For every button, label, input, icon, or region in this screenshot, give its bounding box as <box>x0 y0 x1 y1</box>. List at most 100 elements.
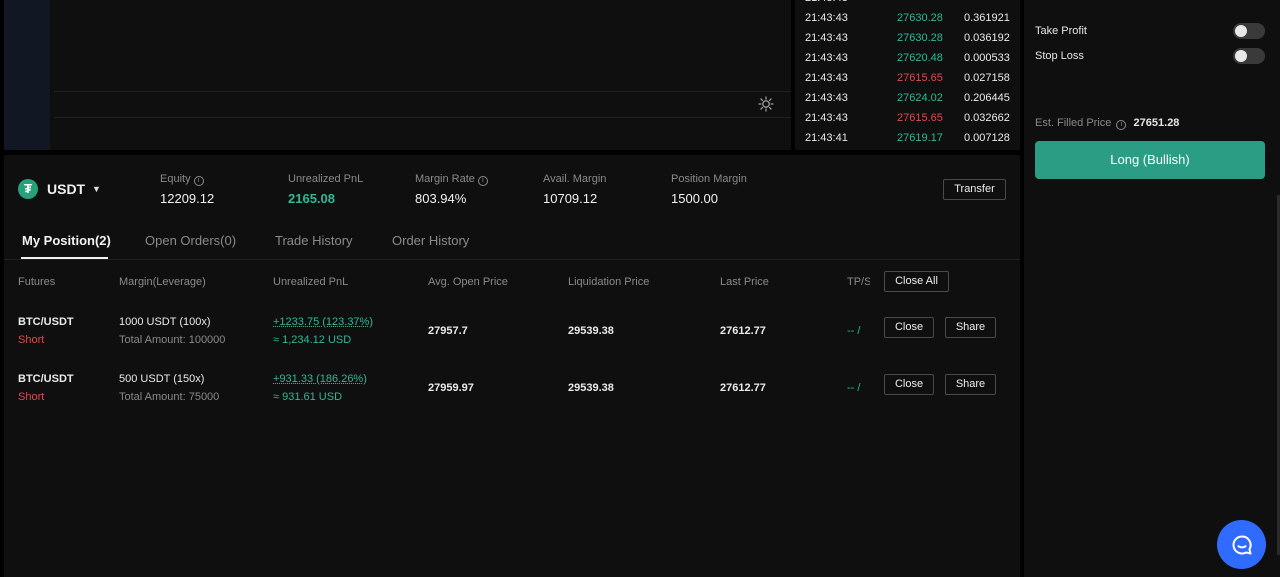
position-margin-value: 1500.00 <box>671 191 718 206</box>
position-avg-open: 27959.97 <box>428 382 474 394</box>
trade-row: 21:43:43 27630.28 0.036192 <box>795 28 1020 48</box>
position-total-amount: Total Amount: 100000 <box>119 334 226 346</box>
trade-time: 21:43:43 <box>805 12 848 24</box>
equity-label: Equity <box>160 173 191 185</box>
price-chart[interactable] <box>4 0 791 150</box>
trade-time: 21:43:43 <box>805 72 848 84</box>
trade-amount: 0.027158 <box>964 72 1010 84</box>
trade-price: 27624.02 <box>897 92 943 104</box>
equity-value: 12209.12 <box>160 191 215 206</box>
col-avg-open-price: Avg. Open Price <box>428 276 508 288</box>
est-filled-price: Est. Filled Price i 27651.28 <box>1035 116 1179 130</box>
share-button[interactable]: Share <box>945 374 996 395</box>
position-total-amount: Total Amount: 75000 <box>119 391 220 403</box>
trade-row-partial: 21:43:43 <box>795 0 1020 8</box>
position-pnl-usd: ≈ 1,234.12 USD <box>273 334 352 346</box>
position-tabs: My Position(2) Open Orders(0) Trade Hist… <box>4 227 1020 260</box>
table-row: BTC/USDT Short 1000 USDT (100x) Total Am… <box>4 307 1020 357</box>
trade-price: 27615.65 <box>897 72 943 84</box>
position-pnl[interactable]: +1233.75 (123.37%) <box>273 315 373 329</box>
info-icon[interactable]: i <box>1116 120 1127 130</box>
position-tpsl[interactable]: -- / <box>847 381 860 395</box>
trade-price: 27615.65 <box>897 112 943 124</box>
trade-time: 21:43:43 <box>805 52 848 64</box>
take-profit-row: Take Profit <box>1035 23 1267 39</box>
close-position-button[interactable]: Close <box>884 374 934 395</box>
position-last-price: 27612.77 <box>720 382 766 394</box>
trade-price: 27619.17 <box>897 132 943 144</box>
take-profit-toggle[interactable] <box>1233 23 1265 39</box>
caret-down-icon[interactable]: ▼ <box>92 181 101 197</box>
positions-panel: ₮ USDT ▼ Equity i 12209.12 Unrealized PnL… <box>4 155 1020 577</box>
share-button[interactable]: Share <box>945 317 996 338</box>
position-symbol[interactable]: BTC/USDT <box>18 315 74 329</box>
chart-left-axis <box>4 0 50 150</box>
long-button[interactable]: Long (Bullish) <box>1035 141 1265 179</box>
trading-screen: 21:43:43 21:43:4327630.280.36192121:43:4… <box>0 0 1280 577</box>
trade-row: 21:43:41 27619.17 0.007128 <box>795 128 1020 148</box>
col-margin: Margin(Leverage) <box>119 276 206 288</box>
chart-gridline <box>54 117 791 118</box>
col-futures: Futures <box>18 276 56 288</box>
unrealized-pnl-stat: Unrealized PnL 2165.08 <box>288 172 363 208</box>
tab-trade-history[interactable]: Trade History <box>275 233 353 249</box>
trade-price: 27630.28 <box>897 12 943 24</box>
position-margin: 500 USDT (150x) <box>119 373 205 385</box>
trade-row: 21:43:43 27630.28 0.361921 <box>795 8 1020 28</box>
stop-loss-toggle[interactable] <box>1233 48 1265 64</box>
trade-price: 27630.28 <box>897 32 943 44</box>
avail-margin-stat: Avail. Margin 10709.12 <box>543 172 606 208</box>
avail-margin-value: 10709.12 <box>543 191 598 206</box>
close-all-button[interactable]: Close All <box>884 271 949 292</box>
position-margin-stat: Position Margin 1500.00 <box>671 172 747 208</box>
trade-amount: 0.036192 <box>964 32 1010 44</box>
stop-loss-row: Stop Loss <box>1035 48 1267 64</box>
tab-open-orders[interactable]: Open Orders(0) <box>145 233 236 249</box>
position-margin-label: Position Margin <box>671 173 747 185</box>
trade-price: 27620.48 <box>897 52 943 64</box>
tab-order-history[interactable]: Order History <box>392 233 469 249</box>
est-filled-label: Est. Filled Price <box>1035 117 1112 129</box>
position-symbol[interactable]: BTC/USDT <box>18 372 74 386</box>
trade-amount: 0.000533 <box>964 52 1010 64</box>
transfer-button[interactable]: Transfer <box>943 179 1006 200</box>
position-liquidation: 29539.38 <box>568 325 614 337</box>
position-liquidation: 29539.38 <box>568 382 614 394</box>
info-icon[interactable]: i <box>477 176 488 186</box>
info-icon[interactable]: i <box>193 176 204 186</box>
tether-icon: ₮ <box>18 179 38 199</box>
close-position-button[interactable]: Close <box>884 317 934 338</box>
unrealized-pnl-label: Unrealized PnL <box>288 173 364 185</box>
position-last-price: 27612.77 <box>720 325 766 337</box>
trade-time: 21:43:43 <box>805 32 848 44</box>
tab-my-position[interactable]: My Position(2) <box>22 233 111 249</box>
margin-rate-value: 803.94% <box>415 191 467 206</box>
gear-icon[interactable] <box>756 94 776 114</box>
col-liquidation-price: Liquidation Price <box>568 276 650 288</box>
order-panel: Take Profit Stop Loss Est. Filled Price … <box>1024 0 1280 577</box>
position-pnl[interactable]: +931.33 (186.26%) <box>273 372 367 386</box>
stop-loss-label: Stop Loss <box>1035 50 1084 62</box>
recent-trades: 21:43:43 21:43:4327630.280.36192121:43:4… <box>795 0 1020 150</box>
col-unrealized-pnl: Unrealized PnL <box>273 276 349 288</box>
take-profit-label: Take Profit <box>1035 25 1087 37</box>
trade-time: 21:43:43 <box>805 112 848 124</box>
chart-gridline <box>54 91 791 92</box>
trade-row: 21:43:43 27624.02 0.206445 <box>795 88 1020 108</box>
avail-margin-label: Avail. Margin <box>543 173 607 185</box>
trade-row: 21:43:43 27615.65 0.032662 <box>795 108 1020 128</box>
position-side: Short <box>18 334 45 346</box>
position-margin: 1000 USDT (100x) <box>119 316 211 328</box>
trade-time: 21:43:41 <box>805 132 848 144</box>
trade-row: 21:43:43 27620.48 0.000533 <box>795 48 1020 68</box>
currency-selector[interactable]: USDT <box>47 181 85 197</box>
trade-amount: 0.007128 <box>964 132 1010 144</box>
col-last-price: Last Price <box>720 276 769 288</box>
chat-bubble-icon[interactable] <box>1217 520 1266 569</box>
trade-time: 21:43:43 <box>805 92 848 104</box>
trade-time: 21:43:43 <box>805 0 848 8</box>
trade-row: 21:43:43 27615.65 0.027158 <box>795 68 1020 88</box>
trade-amount: 0.206445 <box>964 92 1010 104</box>
margin-rate-stat: Margin Rate i 803.94% <box>415 172 488 208</box>
position-tpsl[interactable]: -- / <box>847 324 860 338</box>
